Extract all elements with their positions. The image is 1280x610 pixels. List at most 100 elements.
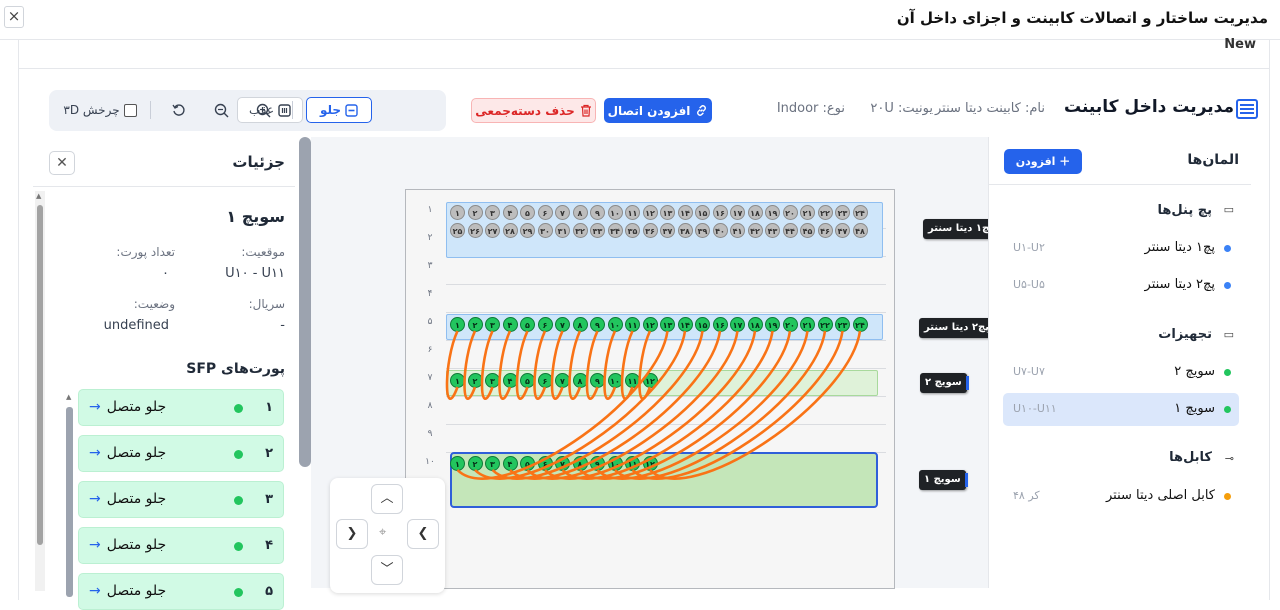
- window-title: مدیریت ساختار و اتصالات کابینت و اجزای د…: [896, 9, 1268, 27]
- ports-count-value: ۰: [162, 266, 169, 281]
- sfp-port-number: ۴: [265, 538, 273, 553]
- zoom-in-button[interactable]: [247, 97, 279, 123]
- status-dot-icon: [1224, 406, 1231, 413]
- element-item-range: U۵-U۵: [1013, 278, 1045, 291]
- element-item-range: U۱۰-U۱۱: [1013, 402, 1057, 415]
- panel-scrollbar[interactable]: [299, 137, 311, 467]
- switch1-tag[interactable]: سویچ ۱: [919, 470, 968, 490]
- cable-line[interactable]: [533, 330, 547, 400]
- zoom-out-button[interactable]: [205, 97, 237, 123]
- position-value: U۱۰ - U۱۱: [225, 266, 285, 281]
- sfp-port-status: جلو متصل→: [89, 399, 167, 415]
- cable-icon: ⊸: [1224, 452, 1234, 465]
- status-dot-icon: [1224, 245, 1231, 252]
- position-label: موقعیت:: [241, 245, 285, 259]
- cable-line[interactable]: [515, 330, 529, 400]
- rotate-3d-checkbox[interactable]: [123, 103, 137, 117]
- pan-right-button[interactable]: ❮: [407, 519, 439, 549]
- element-item[interactable]: کابل اصلی دیتا سنتر ۴۸ کر: [1003, 480, 1239, 513]
- cable-line[interactable]: [498, 330, 512, 400]
- rotate-3d-toggle[interactable]: چرخش ۳D: [57, 97, 143, 123]
- sfp-port-number: ۱: [265, 400, 273, 415]
- bulk-delete-label: حذف دسته‌جمعی: [475, 103, 575, 118]
- plus-icon: ＋: [1059, 155, 1071, 168]
- sfp-scroll-up-icon[interactable]: ▲: [66, 393, 71, 401]
- status-dot-icon: [234, 404, 243, 413]
- arrow-icon: →: [89, 491, 101, 507]
- cable-line[interactable]: [480, 330, 494, 400]
- sfp-port-status: جلو متصل→: [89, 491, 167, 507]
- sfp-port-row[interactable]: ۲ جلو متصل→: [78, 435, 284, 472]
- sfp-port-number: ۳: [265, 492, 273, 507]
- cabinet-units: یونیت: ۲۰U: [870, 101, 933, 116]
- cable-line[interactable]: [445, 330, 459, 400]
- element-item[interactable]: سویچ ۱ U۱۰-U۱۱: [1003, 393, 1239, 426]
- front-view-button[interactable]: جلو: [306, 97, 372, 123]
- equipment-icon: ▭: [1223, 328, 1234, 341]
- add-connection-button[interactable]: افزودن اتصال: [604, 98, 712, 123]
- cable-line[interactable]: [638, 330, 652, 400]
- cable-line[interactable]: [603, 330, 617, 400]
- details-header: جزئیات ✕: [33, 137, 295, 187]
- view-toolbar: جلو عقب چرخش ۳D: [49, 90, 446, 131]
- serial-label: سریال:: [248, 297, 285, 311]
- sfp-port-row[interactable]: ۴ جلو متصل→: [78, 527, 284, 564]
- element-item[interactable]: سویچ ۲ U۷-U۷: [1003, 356, 1239, 389]
- cable-line[interactable]: [620, 330, 634, 400]
- sfp-port-row[interactable]: ۱ جلو متصل→: [78, 389, 284, 426]
- center-view-icon[interactable]: ⌖: [379, 525, 386, 540]
- cable-line[interactable]: [649, 330, 862, 480]
- cable-line[interactable]: [463, 330, 477, 400]
- details-close-button[interactable]: ✕: [49, 151, 75, 175]
- element-item-name: کابل اصلی دیتا سنتر: [1105, 488, 1215, 503]
- sfp-port-number: ۵: [265, 584, 273, 599]
- new-tab-label[interactable]: New: [1224, 37, 1256, 52]
- pan-up-button[interactable]: ︿: [371, 484, 403, 514]
- pan-control: ︿ ❯ ❮ ⌖ ﹀: [330, 478, 445, 593]
- arrow-icon: →: [89, 445, 101, 461]
- add-element-label: افزودن: [1015, 155, 1056, 168]
- status-dot-icon: [1224, 369, 1231, 376]
- cable-line[interactable]: [550, 330, 564, 400]
- switch2-tag[interactable]: سویچ ۲: [920, 373, 969, 393]
- status-label: وضعیت:: [133, 297, 175, 311]
- close-window-button[interactable]: ×: [4, 6, 24, 28]
- element-item[interactable]: پچ۲ دیتا سنتر U۵-U۵: [1003, 269, 1239, 302]
- sfp-port-number: ۲: [265, 446, 273, 461]
- back-view-icon: [278, 103, 291, 117]
- patch1-tag[interactable]: پچ۱ دیتا سنتر: [923, 219, 1000, 239]
- scroll-up-arrow-icon[interactable]: ▲: [36, 192, 41, 200]
- patch2-tag[interactable]: پچ۲ دیتا سنتر: [919, 318, 996, 338]
- pan-left-button[interactable]: ❯: [336, 519, 368, 549]
- sfp-port-status: جلو متصل→: [89, 445, 167, 461]
- pan-down-button[interactable]: ﹀: [371, 555, 403, 585]
- patch-panel-icon: ▭: [1223, 203, 1234, 216]
- group-patch-panels: پچ پنل‌ها: [1157, 203, 1212, 218]
- elements-title: المان‌ها: [1187, 152, 1239, 168]
- device-name: سویچ ۱: [226, 207, 285, 226]
- sfp-scrollbar-thumb[interactable]: [66, 407, 73, 597]
- bulk-delete-button[interactable]: حذف دسته‌جمعی: [471, 98, 596, 123]
- ports-count-label: تعداد پورت:: [116, 245, 175, 259]
- zoom-out-icon: [214, 103, 228, 117]
- element-item[interactable]: پچ۱ دیتا سنتر U۱-U۲: [1003, 232, 1239, 265]
- element-item-range: U۱-U۲: [1013, 241, 1045, 254]
- details-scrollbar-thumb[interactable]: [37, 205, 43, 545]
- status-dot-icon: [234, 542, 243, 551]
- cable-line[interactable]: [568, 330, 582, 400]
- cabinet-type: نوع: Indoor: [776, 101, 845, 116]
- cable-line[interactable]: [585, 330, 599, 400]
- status-dot-icon: [1224, 282, 1231, 289]
- add-element-button[interactable]: ＋ افزودن: [1004, 149, 1082, 174]
- elements-panel: المان‌ها ＋ افزودن پچ پنل‌ها ▭ تجهیزات ▭ …: [988, 137, 1251, 588]
- elements-header: المان‌ها ＋ افزودن: [989, 137, 1251, 185]
- reset-view-button[interactable]: [163, 97, 195, 123]
- group-equipment: تجهیزات: [1158, 327, 1212, 342]
- sfp-port-row[interactable]: ۳ جلو متصل→: [78, 481, 284, 518]
- divider: [19, 68, 1269, 69]
- sfp-port-status: جلو متصل→: [89, 537, 167, 553]
- sfp-port-row[interactable]: ۵ جلو متصل→: [78, 573, 284, 610]
- toolbar-divider: [150, 101, 151, 119]
- element-item-name: سویچ ۲: [1174, 364, 1215, 379]
- add-connection-label: افزودن اتصال: [607, 103, 691, 118]
